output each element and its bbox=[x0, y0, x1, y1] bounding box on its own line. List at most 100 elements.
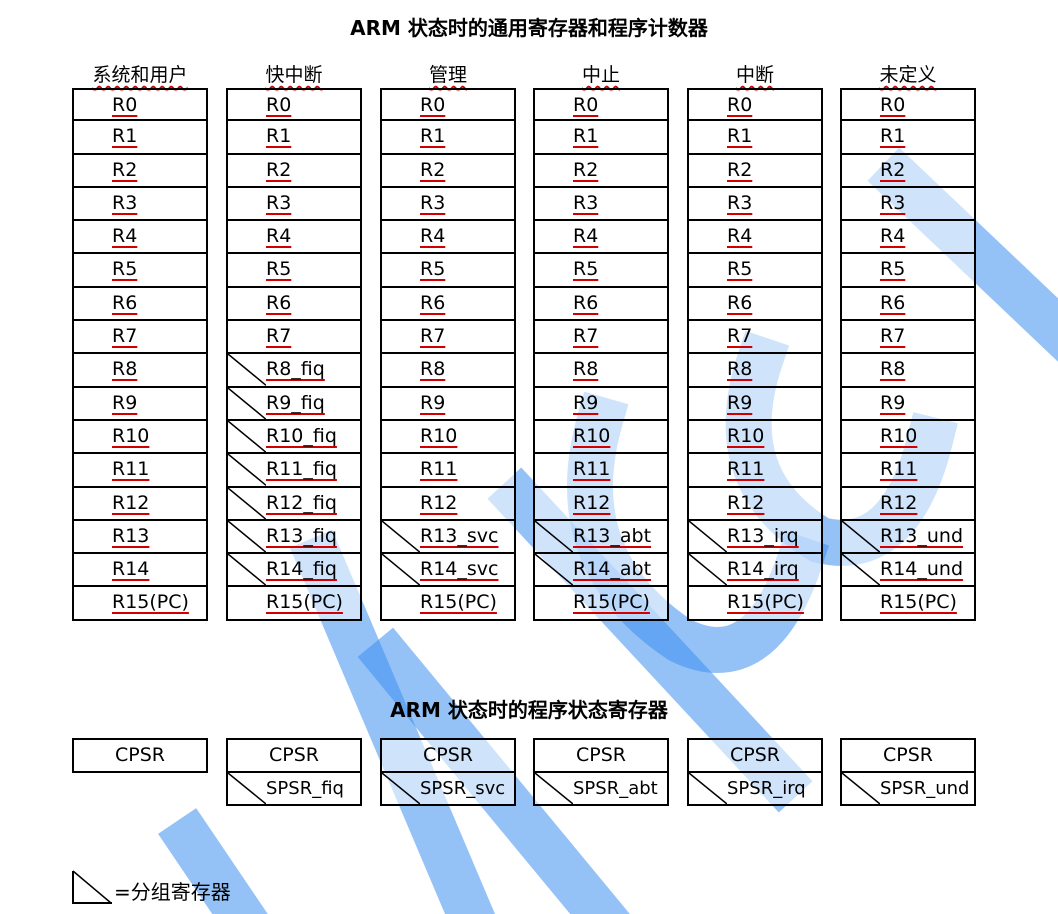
cpsr-label: CPSR bbox=[883, 744, 933, 766]
register-label: R3 bbox=[573, 191, 599, 214]
register-label: R0 bbox=[112, 94, 138, 116]
register-cell: R15(PC) bbox=[226, 587, 362, 621]
register-cell: R10 bbox=[72, 420, 208, 455]
register-cell: R0 bbox=[687, 88, 823, 122]
register-label: R2 bbox=[420, 158, 446, 181]
register-label: R13_fiq bbox=[266, 524, 337, 547]
register-cell: R12 bbox=[840, 487, 976, 521]
register-cell: R1 bbox=[380, 121, 516, 155]
register-label: R3 bbox=[727, 191, 753, 214]
register-label: R9 bbox=[727, 391, 753, 414]
register-label: R1 bbox=[573, 125, 599, 148]
register-cell: R12_fiq bbox=[226, 487, 362, 521]
register-label: R12 bbox=[727, 491, 765, 514]
register-cell: R13 bbox=[72, 520, 208, 555]
register-label: R5 bbox=[727, 258, 753, 281]
register-label: R1 bbox=[420, 125, 446, 148]
register-label: R12_fiq bbox=[266, 491, 337, 514]
register-cell: R2 bbox=[380, 154, 516, 188]
banked-diagonal-icon bbox=[228, 520, 266, 553]
register-cell: R15(PC) bbox=[533, 587, 669, 621]
register-label: R8 bbox=[573, 358, 599, 381]
register-label: R12 bbox=[420, 491, 458, 514]
register-label: R14 bbox=[112, 558, 150, 581]
register-bank: R0 R1 R2 R3 R4 R5 R6 R7 R8 R9 R10 R11 R12 R13_svc R14_… bbox=[380, 88, 516, 621]
register-cell: R0 bbox=[533, 88, 669, 122]
register-label: R2 bbox=[880, 158, 906, 181]
register-cell: R6 bbox=[840, 287, 976, 322]
register-cell: R1 bbox=[840, 121, 976, 155]
register-label: R5 bbox=[573, 258, 599, 281]
register-label: R12 bbox=[112, 491, 150, 514]
register-bank: R0 R1 R2 R3 R4 R5 R6 R7 R8_fiq R9_fiq R10_fiq R11_f… bbox=[226, 88, 362, 621]
register-cell: R4 bbox=[72, 221, 208, 255]
register-cell: R15(PC) bbox=[687, 587, 823, 621]
register-cell: R8_fiq bbox=[226, 354, 362, 388]
psr-box: CPSR SPSR_abt bbox=[533, 738, 669, 806]
register-label: R1 bbox=[112, 125, 138, 148]
banked-diagonal-icon bbox=[535, 773, 573, 804]
banked-diagonal-icon bbox=[689, 773, 727, 804]
register-cell: R14_und bbox=[840, 554, 976, 588]
mode-header-label: 系统和用户 bbox=[92, 64, 188, 86]
register-label: R13_irq bbox=[727, 524, 799, 547]
register-label: R6 bbox=[727, 291, 753, 314]
register-cell: R2 bbox=[840, 154, 976, 188]
register-label: R6 bbox=[420, 291, 446, 314]
register-cell: R8 bbox=[840, 354, 976, 388]
register-label: R7 bbox=[112, 325, 138, 348]
mode-header: 快中断 bbox=[226, 60, 362, 87]
register-label: R8_fiq bbox=[266, 358, 325, 381]
register-label: R6 bbox=[573, 291, 599, 314]
register-label: R0 bbox=[573, 94, 599, 116]
register-cell: R15(PC) bbox=[840, 587, 976, 621]
register-label: R2 bbox=[573, 158, 599, 181]
mode-header: 管理 bbox=[380, 60, 516, 87]
register-label: R11 bbox=[112, 458, 150, 481]
register-label: R1 bbox=[266, 125, 292, 148]
register-cell: R14 bbox=[72, 554, 208, 588]
mode-header-label: 管理 bbox=[428, 64, 467, 86]
register-label: R15(PC) bbox=[880, 591, 957, 614]
register-cell: R9 bbox=[840, 387, 976, 421]
register-cell: R12 bbox=[687, 487, 823, 521]
mode-header-label: 快中断 bbox=[265, 64, 323, 86]
register-label: R3 bbox=[112, 191, 138, 214]
register-cell: R11 bbox=[380, 454, 516, 488]
register-cell: R15(PC) bbox=[380, 587, 516, 621]
register-cell: R5 bbox=[226, 254, 362, 288]
register-cell: R7 bbox=[533, 321, 669, 355]
register-cell: R14_abt bbox=[533, 554, 669, 588]
register-label: R7 bbox=[573, 325, 599, 348]
register-label: R15(PC) bbox=[112, 591, 189, 614]
register-label: R1 bbox=[727, 125, 753, 148]
register-label: R3 bbox=[880, 191, 906, 214]
mode-header: 系统和用户 bbox=[72, 60, 208, 87]
register-cell: R10_fiq bbox=[226, 420, 362, 455]
mode-header-label: 中止 bbox=[581, 64, 620, 86]
register-label: R2 bbox=[266, 158, 292, 181]
register-cell: R9 bbox=[72, 387, 208, 421]
register-cell: R14_fiq bbox=[226, 554, 362, 588]
register-label: R4 bbox=[573, 225, 599, 248]
register-cell: R15(PC) bbox=[72, 587, 208, 621]
register-cell: R14_irq bbox=[687, 554, 823, 588]
register-cell: R6 bbox=[687, 287, 823, 322]
register-label: R15(PC) bbox=[573, 591, 650, 614]
register-label: R9_fiq bbox=[266, 391, 325, 414]
legend: =分组寄存器 bbox=[72, 870, 231, 904]
register-label: R8 bbox=[112, 358, 138, 381]
register-cell: R14_svc bbox=[380, 554, 516, 588]
register-cell: R4 bbox=[380, 221, 516, 255]
register-cell: R13_svc bbox=[380, 520, 516, 555]
register-label: R4 bbox=[266, 225, 292, 248]
register-label: R13_svc bbox=[420, 524, 499, 547]
register-bank: R0 R1 R2 R3 R4 R5 R6 R7 R8 R9 R10 R11 R12 R13_und R14_… bbox=[840, 88, 976, 621]
banked-register-diagonal-icon bbox=[72, 870, 112, 904]
register-cell: R3 bbox=[687, 187, 823, 222]
register-cell: R2 bbox=[533, 154, 669, 188]
register-cell: R8 bbox=[533, 354, 669, 388]
register-label: R5 bbox=[880, 258, 906, 281]
register-label: R8 bbox=[420, 358, 446, 381]
mode-header: 中止 bbox=[533, 60, 669, 87]
